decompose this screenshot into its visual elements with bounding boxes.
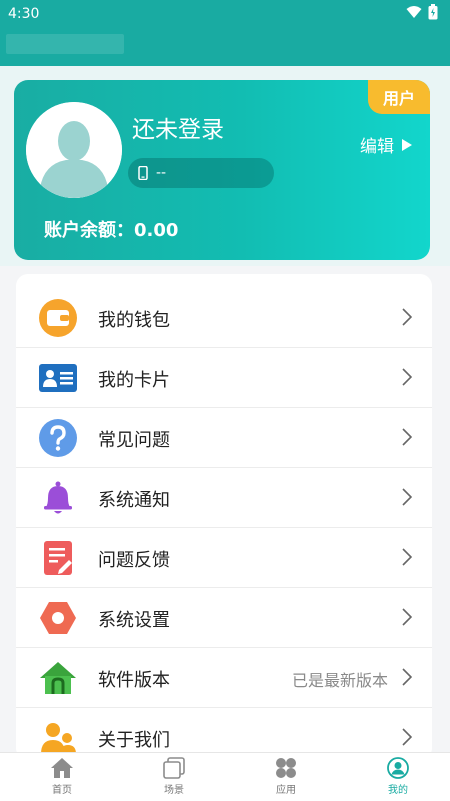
status-bar: 4:30 (0, 0, 450, 28)
chevron-right-icon (402, 428, 412, 446)
version-status: 已是最新版本 (291, 671, 388, 690)
apps-icon (276, 758, 296, 778)
nav-item-home[interactable]: 首页 (6, 757, 118, 801)
chevron-right-icon (402, 548, 412, 566)
chevron-right-icon (402, 488, 412, 506)
chevron-right-icon (402, 368, 412, 386)
nav-item-apps[interactable]: 应用 (230, 757, 342, 801)
menu-item-label: 我的钱包 (98, 310, 170, 331)
feedback-icon (44, 541, 72, 575)
battery-icon (428, 4, 438, 20)
menu-item-wallet[interactable]: 我的钱包 (16, 288, 432, 348)
menu-item-faq[interactable]: 常见问题 (16, 408, 432, 468)
question-icon (39, 419, 77, 457)
user-card[interactable]: 用户 还未登录 -- 编辑 账户余额：0.00 (14, 80, 430, 260)
status-icons (406, 4, 438, 20)
play-arrow-icon (402, 138, 412, 151)
phone-value: -- (156, 165, 167, 181)
menu-item-label: 常见问题 (98, 430, 170, 451)
header-title-placeholder (6, 34, 124, 54)
menu-item-card[interactable]: 我的卡片 (16, 348, 432, 408)
status-time: 4:30 (8, 6, 40, 22)
chevron-right-icon (402, 608, 412, 626)
phone-field: -- (128, 158, 274, 188)
bottom-nav: 首页 场景 应用 我的 (0, 752, 450, 801)
home-icon (51, 758, 73, 778)
header-band: 4:30 (0, 0, 450, 66)
chevron-right-icon (402, 728, 412, 746)
menu-item-label: 系统通知 (98, 490, 170, 511)
wallet-icon (39, 299, 77, 337)
phone-icon (138, 166, 148, 180)
nav-label-home: 首页 (52, 785, 72, 796)
role-badge: 用户 (368, 80, 430, 114)
avatar-silhouette-icon (26, 102, 122, 198)
scene-icon (163, 757, 185, 779)
card-icon (39, 364, 77, 392)
menu-item-label: 我的卡片 (98, 370, 170, 391)
menu-item-label: 关于我们 (98, 730, 170, 751)
avatar[interactable] (26, 102, 122, 198)
menu-item-settings[interactable]: 系统设置 (16, 588, 432, 648)
menu-list: 我的钱包 我的卡片 常见问题 系统通知 问题反馈 系统设置 软件版本 已是最新版… (16, 274, 432, 760)
wifi-icon (406, 6, 422, 18)
home-version-icon (40, 662, 76, 694)
menu-item-feedback[interactable]: 问题反馈 (16, 528, 432, 588)
nav-label-apps: 应用 (276, 785, 296, 796)
nav-label-scene: 场景 (164, 785, 184, 796)
nav-label-profile: 我的 (388, 785, 408, 796)
menu-item-label: 系统设置 (98, 610, 170, 631)
bell-icon (44, 481, 72, 514)
settings-icon (40, 602, 76, 634)
menu-item-label: 问题反馈 (98, 550, 170, 571)
profile-icon (387, 757, 409, 779)
username[interactable]: 还未登录 (132, 110, 224, 144)
menu-item-notifications[interactable]: 系统通知 (16, 468, 432, 528)
chevron-right-icon (402, 668, 412, 686)
account-balance: 账户余额：0.00 (44, 220, 179, 241)
chevron-right-icon (402, 308, 412, 326)
edit-label: 编辑 (360, 137, 394, 157)
edit-button[interactable]: 编辑 (360, 132, 412, 157)
nav-item-profile[interactable]: 我的 (342, 757, 450, 801)
menu-item-version[interactable]: 软件版本 已是最新版本 (16, 648, 432, 708)
nav-item-scene[interactable]: 场景 (118, 757, 230, 801)
menu-item-label: 软件版本 (98, 670, 170, 691)
